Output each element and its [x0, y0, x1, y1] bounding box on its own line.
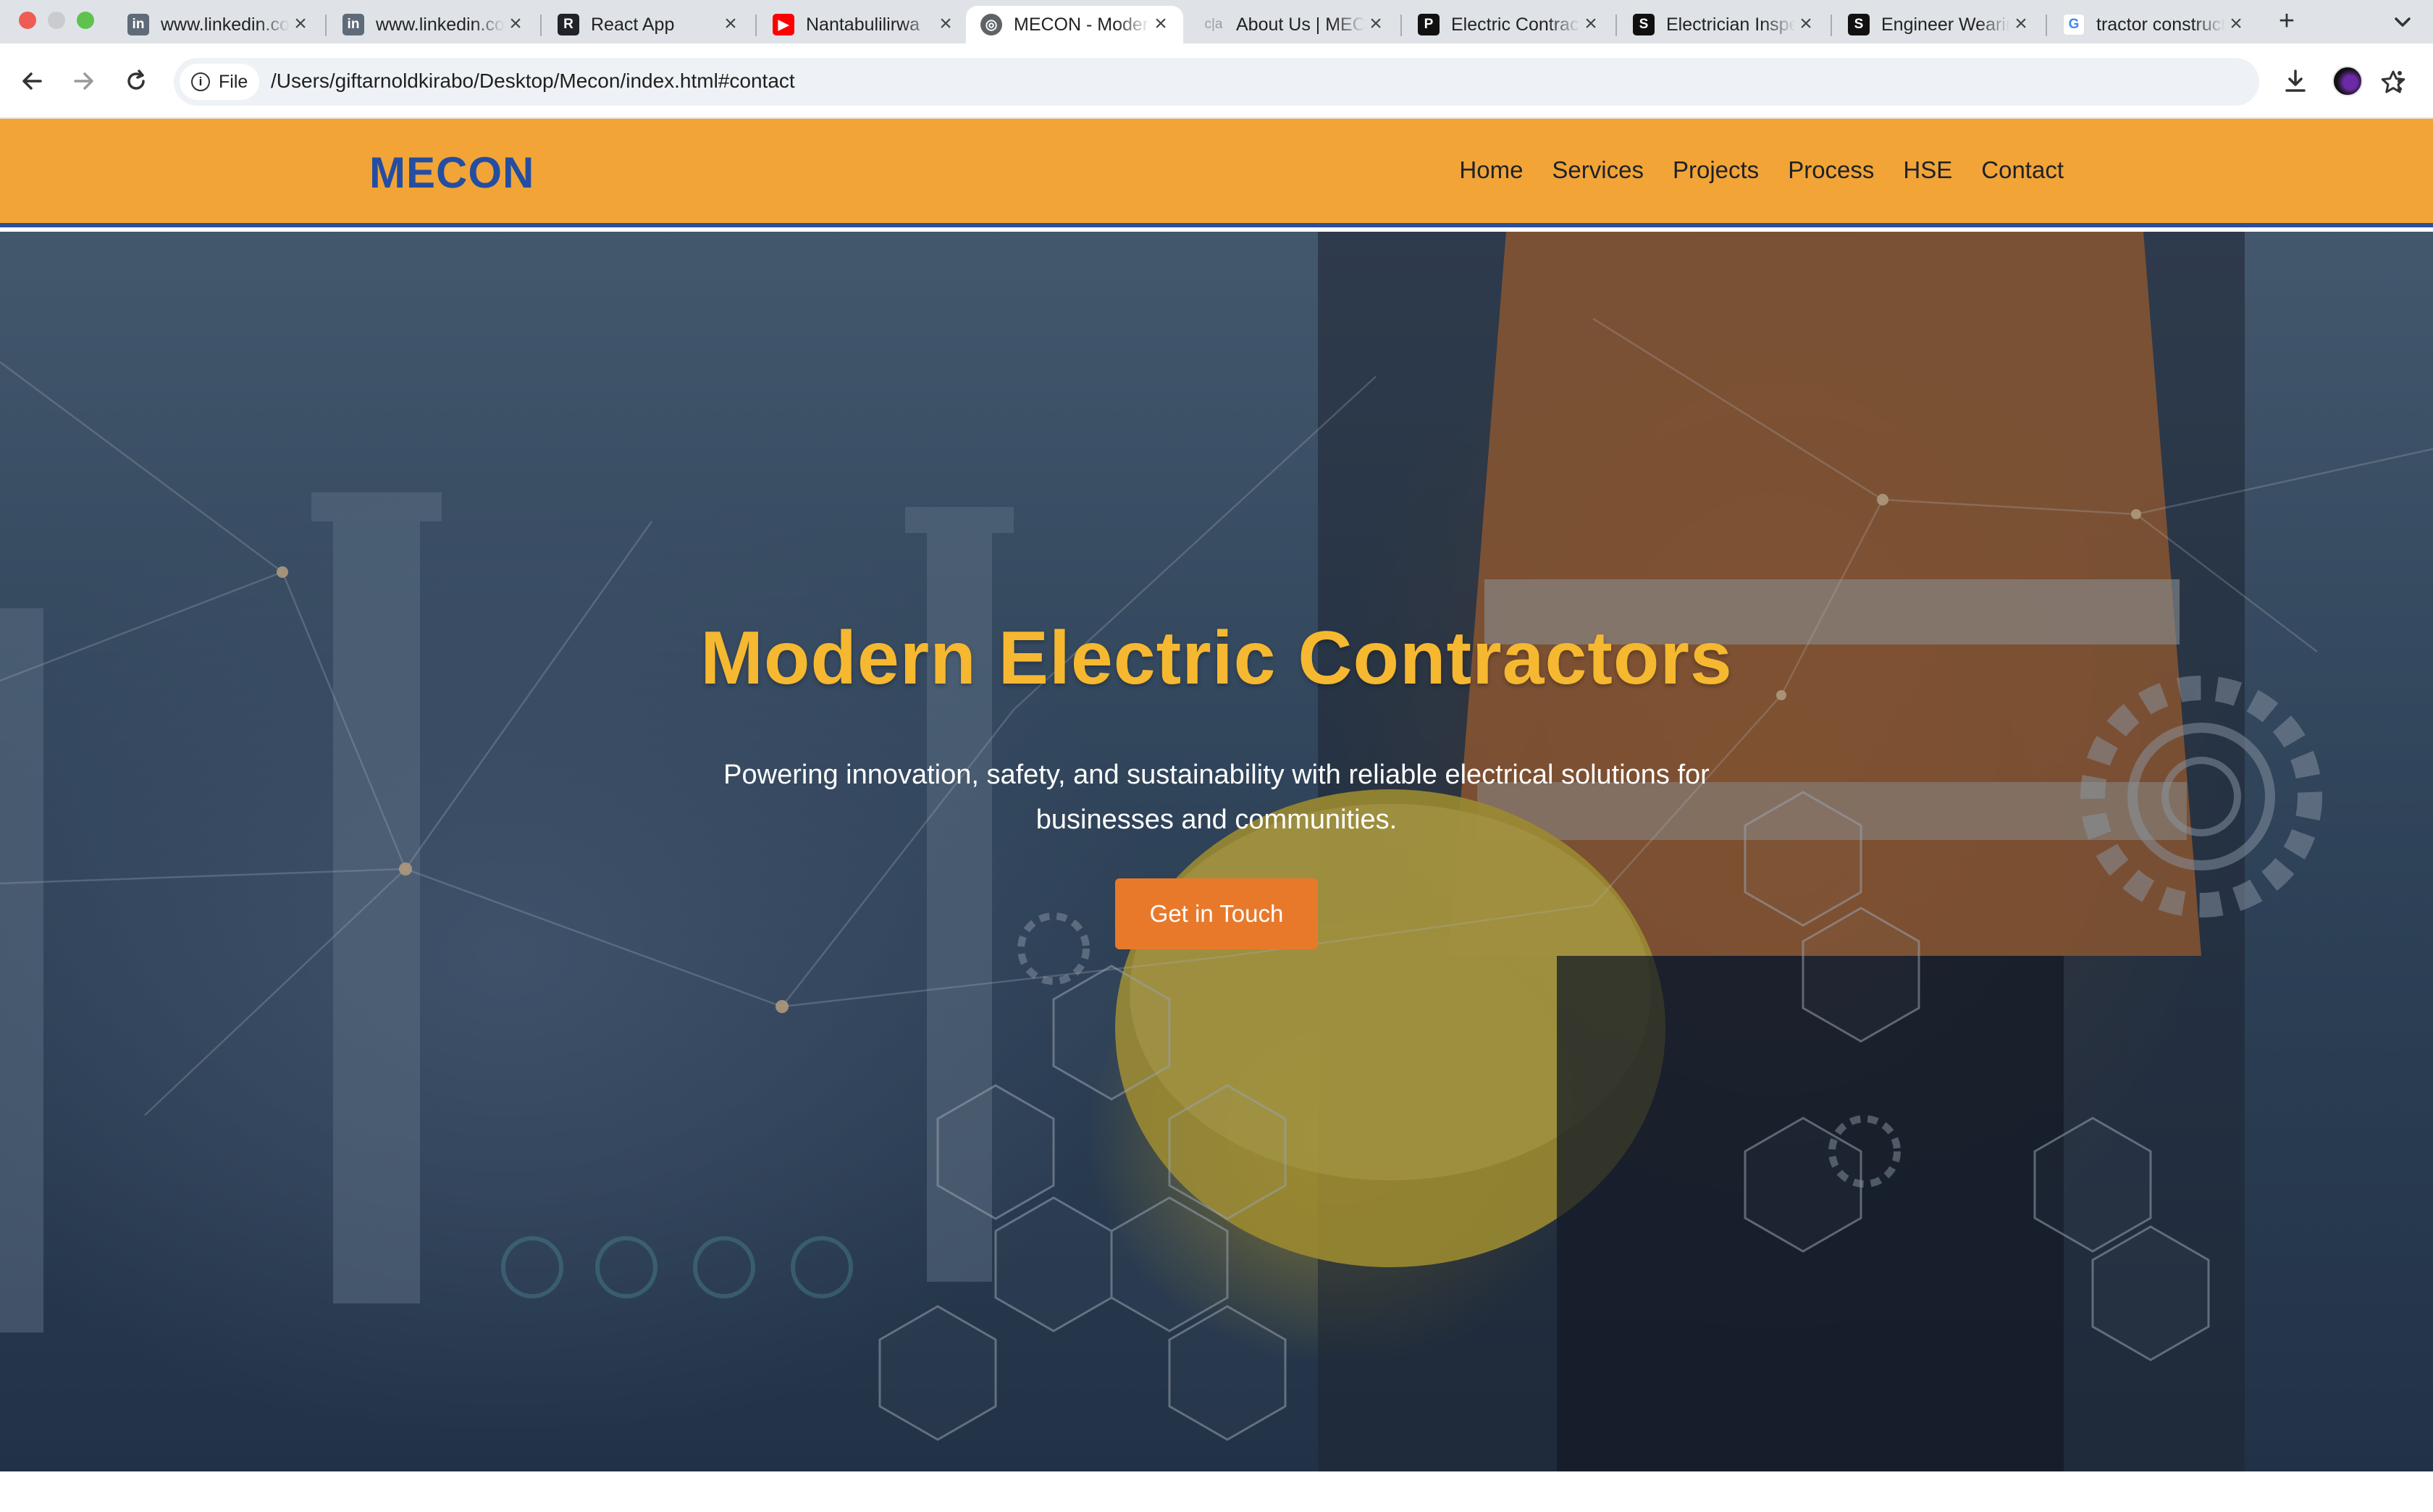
- hero-content: Modern Electric Contractors Powering inn…: [0, 616, 2433, 949]
- site-logo[interactable]: MECON: [369, 148, 534, 198]
- forward-arrow-icon: [74, 72, 93, 90]
- hero-section: Modern Electric Contractors Powering inn…: [0, 232, 2433, 1471]
- tab-title: www.linkedin.com: [376, 14, 505, 35]
- nav-link-hse[interactable]: HSE: [1903, 156, 1952, 184]
- tab-close-icon[interactable]: ×: [2010, 13, 2032, 35]
- tab-close-icon[interactable]: ×: [505, 13, 526, 35]
- browser-toolbar: i File /Users/giftarnoldkirabo/Desktop/M…: [0, 43, 2433, 119]
- tab-separator: [755, 14, 757, 36]
- browser-tab[interactable]: ◎ MECON - Modern Electric Contractors×: [966, 6, 1183, 43]
- tab-favicon-icon: G: [2063, 14, 2085, 35]
- download-icon: [2285, 70, 2306, 92]
- browser-tab-strip: inwww.linkedin.com×inwww.linkedin.com×RR…: [0, 0, 2433, 43]
- reload-icon: [127, 70, 145, 90]
- tab-separator: [540, 14, 542, 36]
- browser-tab[interactable]: S Engineer Wearing×: [1833, 6, 2043, 43]
- browser-tab[interactable]: S Electrician Inspection×: [1618, 6, 1828, 43]
- new-tab-button[interactable]: +: [2272, 7, 2301, 36]
- forward-button[interactable]: [65, 62, 103, 100]
- hero-title: Modern Electric Contractors: [700, 616, 1733, 700]
- tab-close-icon[interactable]: ×: [1150, 13, 1172, 35]
- window-close-button[interactable]: [19, 12, 36, 29]
- tab-favicon-icon: c|a: [1204, 17, 1223, 32]
- avatar: [2332, 66, 2363, 96]
- tab-close-icon[interactable]: ×: [2225, 13, 2247, 35]
- browser-tab[interactable]: P Electric Contractors×: [1403, 6, 1613, 43]
- tab-favicon-icon: R: [558, 14, 579, 35]
- site-info-chip[interactable]: i File: [180, 64, 259, 100]
- tab-separator: [325, 14, 327, 36]
- nav-link-home[interactable]: Home: [1459, 156, 1523, 184]
- profile-avatar[interactable]: [2330, 64, 2365, 98]
- browser-tab[interactable]: in www.linkedin.com×: [113, 6, 323, 43]
- tab-title: React App: [591, 14, 675, 35]
- reload-button[interactable]: [117, 62, 155, 100]
- tab-favicon-icon: ▶: [773, 14, 794, 35]
- tab-close-icon[interactable]: ×: [1580, 13, 1602, 35]
- tab-title: www.linkedin.com: [161, 14, 290, 35]
- browser-tab[interactable]: Gtractor construction×: [2048, 6, 2258, 43]
- back-button[interactable]: [13, 62, 51, 100]
- tab-close-icon[interactable]: ×: [720, 13, 741, 35]
- downloads-button[interactable]: [2278, 64, 2313, 98]
- tab-close-icon[interactable]: ×: [1795, 13, 1817, 35]
- tab-title: MECON - Modern Electric Contractors: [1014, 14, 1150, 35]
- tab-favicon-icon: ◎: [980, 14, 1002, 35]
- tab-separator: [1615, 14, 1617, 36]
- address-bar[interactable]: i File /Users/giftarnoldkirabo/Desktop/M…: [174, 58, 2405, 106]
- browser-tab[interactable]: in www.linkedin.com×: [328, 6, 538, 43]
- tab-favicon-icon: P: [1418, 14, 1440, 35]
- tab-title: Engineer Wearing: [1881, 14, 2010, 35]
- nav-link-process[interactable]: Process: [1788, 156, 1874, 184]
- nav-link-projects[interactable]: Projects: [1673, 156, 1759, 184]
- tab-favicon-icon: S: [1633, 14, 1655, 35]
- tab-title: tractor construction: [2096, 14, 2225, 35]
- page-below-hero: [0, 1471, 2433, 1512]
- main-nav: Home Services Projects Process HSE Conta…: [1459, 156, 2064, 184]
- tab-title: About Us | MECON: [1236, 14, 1365, 35]
- site-chip-label: File: [219, 71, 248, 92]
- get-in-touch-button[interactable]: Get in Touch: [1115, 878, 1318, 949]
- browser-tab[interactable]: R React App ×: [543, 6, 753, 43]
- tab-separator: [2046, 14, 2047, 36]
- tab-separator: [1400, 14, 1402, 36]
- tab-favicon-icon: in: [343, 14, 364, 35]
- browser-tab[interactable]: c|a About Us | MECON×: [1188, 6, 1398, 43]
- tab-separator: [1831, 14, 1832, 36]
- tab-search-chevron-icon[interactable]: [2390, 9, 2416, 35]
- back-arrow-icon: [22, 72, 42, 90]
- tab-favicon-icon: in: [127, 14, 149, 35]
- nav-link-services[interactable]: Services: [1552, 156, 1644, 184]
- tab-close-icon[interactable]: ×: [935, 13, 957, 35]
- tab-favicon-icon: S: [1848, 14, 1870, 35]
- tab-title: Nantabulilirwa: [806, 14, 920, 35]
- tab-title: Electric Contractors: [1451, 14, 1580, 35]
- tab-close-icon[interactable]: ×: [1365, 13, 1387, 35]
- url-text[interactable]: /Users/giftarnoldkirabo/Desktop/Mecon/in…: [271, 70, 795, 93]
- site-header: MECON Home Services Projects Process HSE…: [0, 119, 2433, 227]
- window-zoom-button[interactable]: [77, 12, 94, 29]
- browser-menu-button[interactable]: [2382, 64, 2417, 98]
- tab-title: Electrician Inspection: [1666, 14, 1795, 35]
- kebab-menu-icon: [2398, 71, 2402, 91]
- info-icon: i: [191, 72, 210, 91]
- browser-tab[interactable]: ▶ Nantabulilirwa ×: [758, 6, 968, 43]
- window-minimize-button[interactable]: [48, 12, 65, 29]
- tab-close-icon[interactable]: ×: [290, 13, 311, 35]
- hero-subtitle: Powering innovation, safety, and sustain…: [723, 760, 1710, 835]
- nav-link-contact[interactable]: Contact: [1981, 156, 2064, 184]
